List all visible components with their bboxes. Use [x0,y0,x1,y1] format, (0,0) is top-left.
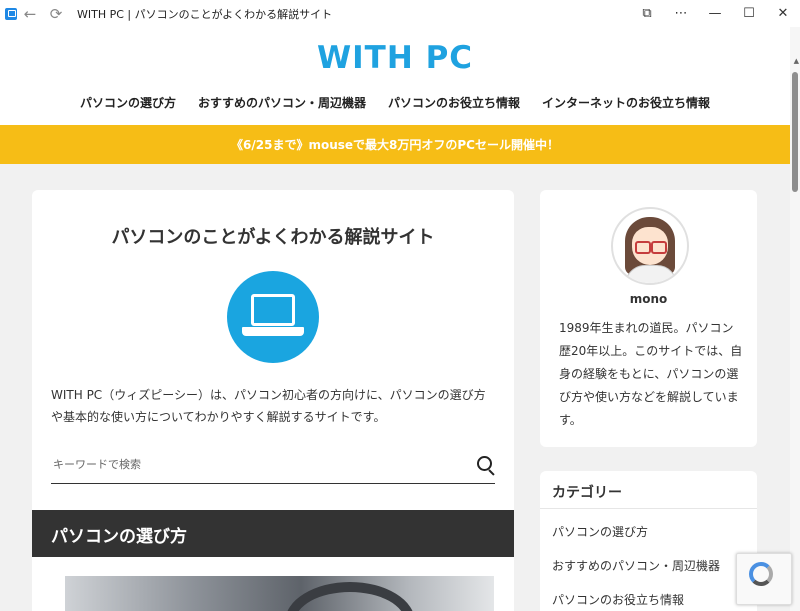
sale-banner-text: 《6/25まで》mouseで最大8万円オフのPCセール開催中！ [231,138,559,152]
scrollbar-thumb[interactable] [792,72,798,192]
category-item-pc-tips[interactable]: パソコンのお役立ち情報 [552,591,684,608]
recaptcha-badge[interactable] [736,553,792,605]
intro-text: WITH PC（ウィズピーシー）は、パソコン初心者の方向けに、パソコンの選び方や… [51,388,486,424]
nav-item-internet-tips[interactable]: インターネットのお役立ち情報 [542,94,710,111]
refresh-icon[interactable]: ⟳ [43,1,69,27]
scroll-up-icon[interactable]: ▲ [794,57,799,65]
nav-item-recommended[interactable]: おすすめのパソコン・周辺機器 [198,94,366,111]
category-item-recommended[interactable]: おすすめのパソコン・周辺機器 [552,557,720,574]
minimize-icon[interactable]: — [698,1,732,27]
site-header: WITH PC パソコンの選び方 おすすめのパソコン・周辺機器 パソコンのお役立… [0,27,790,125]
category-title: カテゴリー [552,485,622,501]
nav-item-choose-pc[interactable]: パソコンの選び方 [80,94,176,111]
nav-item-pc-tips[interactable]: パソコンのお役立ち情報 [388,94,520,111]
app-icon [5,7,17,20]
window-controls: ⧉ ⋯ — ☐ ✕ [630,0,800,27]
back-arrow-icon[interactable]: ← [17,1,43,27]
profile-card: mono 1989年生まれの道民。パソコン歴20年以上。このサイトでは、自身の経… [540,190,757,447]
main-content: パソコンのことがよくわかる解説サイト WITH PC（ウィズピーシー）は、パソコ… [32,190,514,611]
close-icon[interactable]: ✕ [766,1,800,27]
app-install-icon[interactable]: ⧉ [630,1,664,27]
laptop-icon [227,271,319,363]
search-box [51,448,495,484]
avatar [611,207,689,285]
site-logo[interactable]: WITH PC [0,40,790,76]
window-title: WITH PC | パソコンのことがよくわかる解説サイト [77,7,333,21]
category-item-choose-pc[interactable]: パソコンの選び方 [552,523,648,540]
more-icon[interactable]: ⋯ [664,1,698,27]
search-icon[interactable] [477,456,492,471]
recaptcha-icon [749,562,773,586]
main-nav: パソコンの選び方 おすすめのパソコン・周辺機器 パソコンのお役立ち情報 インター… [0,94,790,111]
section-header: パソコンの選び方 [32,510,514,557]
window-titlebar: ← ⟳ WITH PC | パソコンのことがよくわかる解説サイト ⧉ ⋯ — ☐… [0,0,800,28]
sale-banner[interactable]: 《6/25まで》mouseで最大8万円オフのPCセール開催中！ [0,125,790,164]
category-divider [540,508,757,509]
profile-bio: 1989年生まれの道民。パソコン歴20年以上。このサイトでは、自身の経験をもとに… [559,321,743,427]
search-input[interactable] [51,457,435,472]
section-heading: パソコンの選び方 [51,527,187,547]
maximize-icon[interactable]: ☐ [732,1,766,27]
page-scrollbar[interactable]: ▲ [790,27,800,611]
category-box: カテゴリー パソコンの選び方 おすすめのパソコン・周辺機器 パソコンのお役立ち情… [540,471,757,611]
page-title: パソコンのことがよくわかる解説サイト [111,227,435,248]
profile-name: mono [629,292,668,306]
section-image[interactable] [65,576,494,611]
